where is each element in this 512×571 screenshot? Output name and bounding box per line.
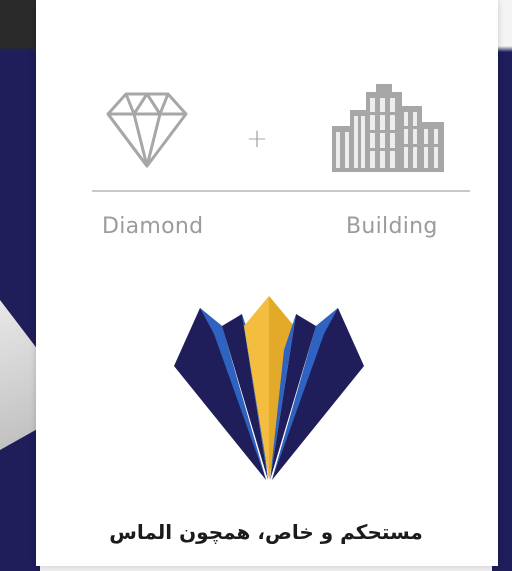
diamond-icon — [106, 92, 188, 168]
building-icon — [332, 84, 444, 172]
background-left-panel — [0, 0, 40, 571]
plus-icon: + — [246, 124, 268, 154]
building-label: Building — [346, 214, 438, 239]
diamond-label: Diamond — [102, 214, 204, 239]
diamond-logo — [174, 296, 364, 480]
background-photo-fragment — [0, 300, 40, 450]
concept-card: + Diamond Building مستحکم و خاص، همچون ا… — [36, 0, 498, 566]
divider-line — [92, 190, 470, 192]
tagline: مستحکم و خاص، همچون الماس — [109, 520, 423, 544]
